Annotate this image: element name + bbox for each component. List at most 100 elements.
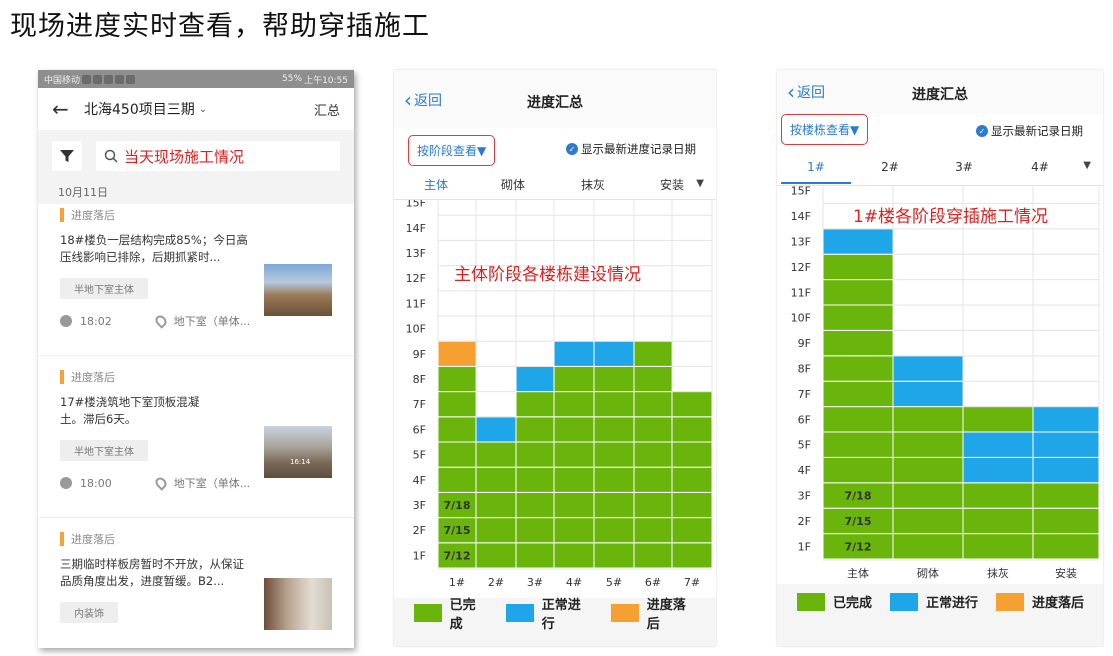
- grid-cell[interactable]: [515, 491, 555, 519]
- grid-cell[interactable]: [962, 355, 1034, 382]
- grid-cell[interactable]: [822, 329, 894, 357]
- tab-masonry[interactable]: 砌体: [476, 170, 550, 200]
- grid-cell[interactable]: [671, 315, 713, 342]
- grid-cell[interactable]: [553, 466, 595, 493]
- grid-cell[interactable]: [475, 391, 517, 418]
- grid-cell[interactable]: [475, 340, 517, 367]
- grid-cell[interactable]: [962, 482, 1034, 509]
- grid-cell[interactable]: [671, 466, 713, 493]
- view-by-stage-button[interactable]: 按阶段查看▼: [408, 135, 496, 166]
- grid-cell[interactable]: [437, 290, 477, 317]
- grid-cell[interactable]: [515, 466, 555, 493]
- grid-cell[interactable]: [553, 441, 595, 468]
- grid-cell[interactable]: [475, 542, 517, 569]
- grid-cell[interactable]: [822, 228, 894, 255]
- grid-cell[interactable]: [962, 406, 1034, 433]
- grid-cell[interactable]: [437, 214, 477, 241]
- grid-cell[interactable]: [822, 406, 894, 433]
- grid-cell[interactable]: [437, 200, 477, 216]
- grid-cell[interactable]: [553, 416, 595, 443]
- grid-cell[interactable]: [822, 456, 894, 484]
- grid-cell[interactable]: [633, 315, 673, 342]
- grid-cell[interactable]: [1032, 482, 1100, 509]
- show-date-toggle[interactable]: ✓ 显示最新进度记录日期: [566, 141, 696, 157]
- site-photo[interactable]: 16:14: [264, 426, 332, 478]
- grid-cell[interactable]: [633, 290, 673, 317]
- grid-cell[interactable]: [892, 431, 964, 458]
- grid-cell[interactable]: [437, 365, 477, 393]
- grid-cell[interactable]: [593, 416, 635, 443]
- grid-cell[interactable]: [437, 466, 477, 493]
- tab-building-4[interactable]: 4#: [1005, 152, 1075, 182]
- grid-cell[interactable]: [553, 315, 595, 342]
- grid-cell[interactable]: [437, 315, 477, 342]
- grid-cell[interactable]: [593, 365, 635, 393]
- grid-cell[interactable]: [633, 542, 673, 569]
- grid-cell[interactable]: [515, 340, 555, 367]
- grid-cell[interactable]: [671, 391, 713, 418]
- grid-cell[interactable]: [593, 200, 635, 216]
- tab-main[interactable]: 主体: [396, 170, 476, 202]
- list-item[interactable]: 进度落后 17#楼浇筑地下室顶板混凝土。滞后6天。 半地下室主体 18:00 地…: [38, 356, 354, 518]
- grid-cell[interactable]: [962, 507, 1034, 535]
- grid-cell[interactable]: [515, 315, 555, 342]
- grid-cell[interactable]: [671, 239, 713, 267]
- tab-plaster[interactable]: 抹灰: [554, 170, 632, 200]
- tab-building-3[interactable]: 3#: [929, 152, 999, 182]
- grid-cell[interactable]: [1032, 507, 1100, 535]
- grid-cell[interactable]: [671, 517, 713, 544]
- grid-cell[interactable]: [593, 340, 635, 367]
- grid-cell[interactable]: [633, 441, 673, 468]
- grid-cell[interactable]: [1032, 329, 1100, 357]
- grid-cell[interactable]: [633, 416, 673, 443]
- grid-cell[interactable]: [671, 416, 713, 443]
- grid-cell[interactable]: [962, 329, 1034, 357]
- grid-cell[interactable]: [822, 431, 894, 458]
- grid-cell[interactable]: [962, 380, 1034, 408]
- grid-cell[interactable]: [515, 214, 555, 241]
- grid-cell[interactable]: [593, 290, 635, 317]
- list-item[interactable]: 进度落后 18#楼负一层结构完成85%；今日高压线影响已排除，后期抓紧时... …: [38, 204, 354, 356]
- grid-cell[interactable]: [671, 290, 713, 317]
- grid-cell[interactable]: [892, 406, 964, 433]
- grid-cell[interactable]: [633, 365, 673, 393]
- grid-cell[interactable]: [1032, 228, 1100, 255]
- grid-cell[interactable]: [593, 441, 635, 468]
- view-by-building-button[interactable]: 按楼栋查看▼: [781, 114, 869, 145]
- grid-cell[interactable]: [633, 466, 673, 493]
- back-arrow-icon[interactable]: ←: [52, 97, 78, 121]
- grid-cell[interactable]: [475, 517, 517, 544]
- grid-cell[interactable]: [475, 315, 517, 342]
- grid-cell[interactable]: [593, 214, 635, 241]
- grid-cell[interactable]: [553, 542, 595, 569]
- grid-cell[interactable]: [515, 542, 555, 569]
- grid-cell[interactable]: [822, 355, 894, 382]
- grid-cell[interactable]: [962, 304, 1034, 331]
- grid-cell[interactable]: [515, 200, 555, 216]
- grid-cell[interactable]: [1032, 456, 1100, 484]
- grid-cell[interactable]: [475, 466, 517, 493]
- grid-cell[interactable]: [553, 365, 595, 393]
- project-selector[interactable]: 北海450项目三期: [84, 99, 195, 119]
- grid-cell[interactable]: [515, 517, 555, 544]
- grid-cell[interactable]: [892, 456, 964, 484]
- grid-cell[interactable]: [671, 340, 713, 367]
- grid-cell[interactable]: [671, 214, 713, 241]
- grid-cell[interactable]: [892, 380, 964, 408]
- grid-cell[interactable]: [962, 533, 1034, 560]
- grid-cell[interactable]: [1032, 279, 1100, 306]
- grid-cell[interactable]: [593, 491, 635, 519]
- grid-cell[interactable]: [962, 253, 1034, 281]
- grid-cell[interactable]: [892, 507, 964, 535]
- grid-cell[interactable]: [1032, 533, 1100, 560]
- grid-cell[interactable]: [633, 214, 673, 241]
- grid-cell[interactable]: [892, 533, 964, 560]
- grid-cell[interactable]: [475, 290, 517, 317]
- grid-cell[interactable]: [593, 315, 635, 342]
- site-photo[interactable]: [264, 264, 332, 316]
- grid-cell[interactable]: [633, 517, 673, 544]
- grid-cell[interactable]: [822, 253, 894, 281]
- grid-cell[interactable]: [671, 491, 713, 519]
- grid-cell[interactable]: [962, 456, 1034, 484]
- grid-cell[interactable]: [892, 186, 964, 204]
